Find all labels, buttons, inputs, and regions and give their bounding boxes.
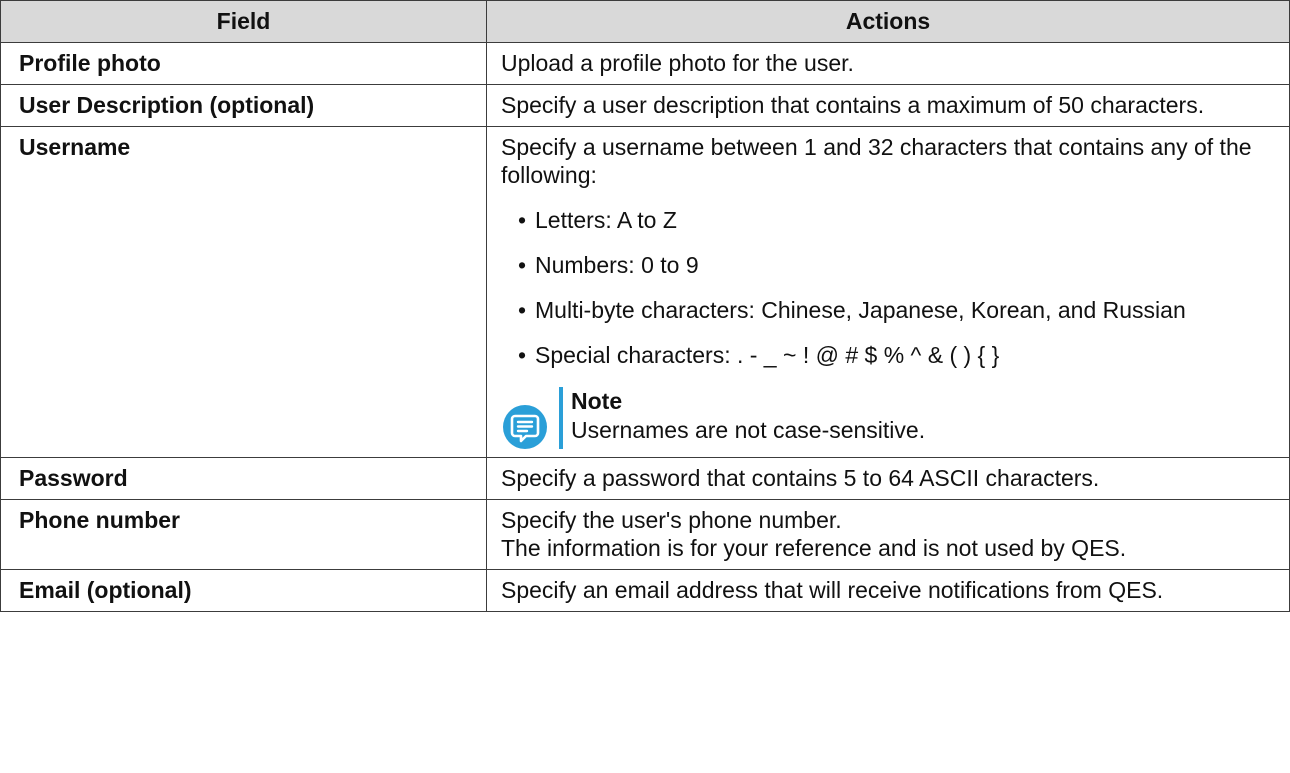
action-text: Specify a username between 1 and 32 char… [501, 134, 1252, 188]
table-row: Username Specify a username between 1 an… [0, 126, 1290, 458]
field-name: Phone number [0, 499, 487, 570]
table-header-row: Field Actions [0, 0, 1290, 43]
note-callout: Note Usernames are not case-sensitive. [501, 387, 1277, 449]
field-action: Specify a password that contains 5 to 64… [486, 457, 1290, 500]
list-item-text: Special characters: . - _ ~ ! @ # $ % ^ … [535, 342, 1000, 368]
header-field: Field [0, 0, 487, 43]
action-text: Specify a user description that contains… [501, 92, 1205, 118]
action-text: Specify an email address that will recei… [501, 577, 1164, 603]
user-settings-table: Field Actions Profile photo Upload a pro… [0, 0, 1290, 612]
list-item: • Numbers: 0 to 9 [518, 252, 699, 278]
note-text: Usernames are not case-sensitive. [571, 417, 926, 443]
action-text: Specify the user's phone number. [501, 507, 842, 533]
list-item: • Letters: A to Z [518, 207, 677, 233]
action-text: Specify a password that contains 5 to 64… [501, 465, 1100, 491]
field-name: Profile photo [0, 42, 487, 85]
note-icon [503, 405, 547, 449]
header-actions: Actions [486, 0, 1290, 43]
field-name: User Description (optional) [0, 84, 487, 127]
field-action: Specify a username between 1 and 32 char… [486, 126, 1290, 458]
table-row: Profile photo Upload a profile photo for… [0, 42, 1290, 85]
note-content: Note Usernames are not case-sensitive. [571, 387, 925, 449]
field-action: Specify an email address that will recei… [486, 569, 1290, 612]
list-item: • Special characters: . - _ ~ ! @ # $ % ^… [518, 342, 1000, 368]
action-text: The information is for your reference an… [501, 535, 1127, 561]
table-row: Password Specify a password that contain… [0, 457, 1290, 500]
field-action: Specify the user's phone number. The inf… [486, 499, 1290, 570]
field-action: Upload a profile photo for the user. [486, 42, 1290, 85]
table-row: Email (optional) Specify an email addres… [0, 569, 1290, 612]
action-text: Upload a profile photo for the user. [501, 50, 854, 76]
field-name: Email (optional) [0, 569, 487, 612]
list-item-text: Letters: A to Z [535, 207, 677, 233]
list-item: • Multi-byte characters: Chinese, Japanes… [518, 297, 1186, 323]
field-name: Password [0, 457, 487, 500]
list-item-text: Numbers: 0 to 9 [535, 252, 699, 278]
table-row: Phone number Specify the user's phone nu… [0, 499, 1290, 570]
note-accent-bar [559, 387, 563, 449]
table-row: User Description (optional) Specify a us… [0, 84, 1290, 127]
allowed-characters-list: • Letters: A to Z • Numbers: 0 to 9 • Multi… [501, 206, 1277, 369]
field-name: Username [0, 126, 487, 458]
note-title: Note [571, 388, 623, 414]
field-action: Specify a user description that contains… [486, 84, 1290, 127]
list-item-text: Multi-byte characters: Chinese, Japanese… [535, 297, 1186, 323]
